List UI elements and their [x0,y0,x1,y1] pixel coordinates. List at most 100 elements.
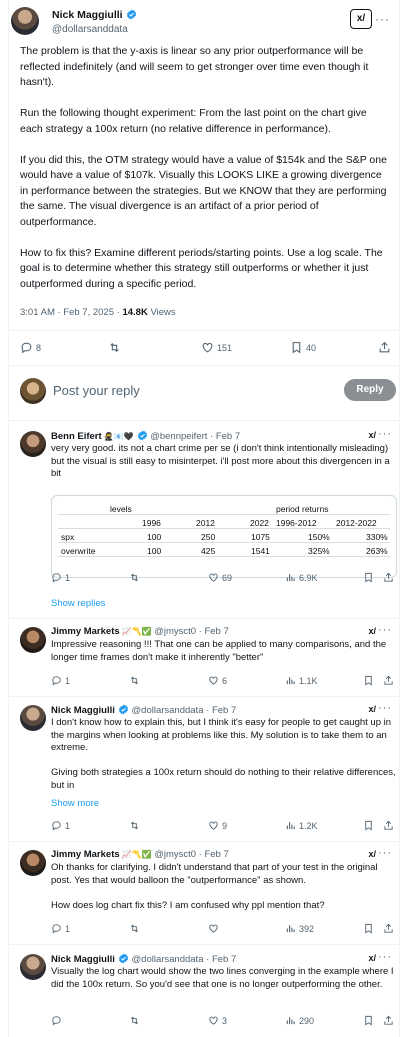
bookmark-button[interactable] [363,923,374,934]
share-button[interactable] [378,341,391,354]
bookmark-button[interactable] [363,1015,374,1026]
retweet-button[interactable] [129,820,143,831]
author-name[interactable]: Jimmy Markets [51,849,120,860]
author-name[interactable]: Nick Maggiulli [51,954,115,965]
grok-icon[interactable]: x/ [368,430,376,440]
avatar[interactable] [20,954,46,980]
avatar[interactable] [20,705,46,731]
retweet-button[interactable] [129,572,143,583]
share-button[interactable] [383,572,394,583]
reply-button[interactable]: 1 [51,572,70,583]
more-icon[interactable]: ··· [378,951,392,963]
like-icon [209,573,218,582]
table-cell: 425 [201,546,216,556]
reply-button[interactable]: 1 [51,675,70,686]
reply-count: 1 [65,923,71,934]
author-name[interactable]: Benn Eifert [51,431,102,442]
like-button[interactable]: 69 [208,572,232,583]
reply-input[interactable]: Post your reply [53,383,140,398]
more-icon[interactable]: ··· [378,624,392,636]
table-cell: 1075 [251,532,270,542]
post-timestamp[interactable]: 3:01 AM · Feb 7, 2025 · [20,307,122,318]
author-handle[interactable]: @dollarsanddata [132,705,204,716]
table-cell: 100 [147,532,162,542]
avatar[interactable] [20,431,46,457]
reply-time[interactable]: · Feb 7 [199,849,229,860]
reply-item[interactable]: Jimmy Markets 📈〽️✅ @jmysct0 · Feb 7 x/ ··… [8,622,400,692]
more-icon[interactable]: ··· [375,12,390,26]
reply-actions: 1 9 1.2K [51,820,394,834]
reply-item[interactable]: Jimmy Markets 📈〽️✅ @jmysct0 · Feb 7 x/ ··… [8,845,400,943]
grok-icon[interactable]: x/ [368,849,376,859]
views-button[interactable]: 392 [285,923,314,934]
avatar[interactable] [11,7,39,35]
share-button[interactable] [383,820,394,831]
grok-icon[interactable]: x/ [368,626,376,636]
reply-item[interactable]: Nick Maggiulli @dollarsanddata · Feb 7 x… [8,949,400,1035]
name-emojis: 📈〽️✅ [121,850,152,859]
share-icon [384,675,393,685]
author-handle[interactable]: @dollarsanddata [52,24,128,35]
avatar[interactable] [20,850,46,876]
author-name[interactable]: Nick Maggiulli [51,705,115,716]
grok-icon[interactable]: x/ [368,704,376,714]
table-rule [58,514,390,515]
views-button[interactable]: 1.1K [285,675,318,686]
post-paragraph: How to fix this? Examine different perio… [20,246,383,290]
reply-item[interactable]: Nick Maggiulli @dollarsanddata · Feb 7 x… [8,700,400,838]
reply-time[interactable]: · Feb 7 [210,431,240,442]
like-button[interactable]: 3 [208,1015,227,1026]
retweet-button[interactable] [129,675,143,686]
share-button[interactable] [383,1015,394,1026]
grok-icon[interactable]: x/ [350,9,372,29]
like-button[interactable]: 6 [208,675,227,686]
reply-button[interactable] [51,1015,65,1026]
more-icon[interactable]: ··· [378,428,392,440]
avatar[interactable] [20,627,46,653]
views-button[interactable]: 290 [285,1015,314,1026]
show-replies-link[interactable]: Show replies [51,598,105,609]
own-avatar[interactable] [20,378,46,404]
grok-icon[interactable]: x/ [368,953,376,963]
reply-button[interactable]: 1 [51,820,70,831]
share-button[interactable] [383,923,394,934]
bookmark-button[interactable] [363,572,374,583]
table-cell: 250 [201,532,216,542]
retweet-button[interactable] [129,923,143,934]
more-icon[interactable]: ··· [378,702,392,714]
author-handle[interactable]: @jmysct0 [154,626,196,637]
reply-button[interactable]: 8 [20,341,41,354]
bookmark-button[interactable] [363,820,374,831]
retweet-button[interactable] [129,1015,143,1026]
verified-badge-icon [118,953,128,964]
table-group-header: levels [110,504,132,514]
reply-button[interactable]: 1 [51,923,70,934]
like-icon [209,1016,218,1025]
more-icon[interactable]: ··· [378,847,392,859]
show-more-link[interactable]: Show more [51,798,99,809]
views-button[interactable]: 1.2K [285,820,318,831]
author-name[interactable]: Jimmy Markets [51,626,120,637]
reply-submit-button[interactable]: Reply [344,379,396,401]
author-name[interactable]: Nick Maggiulli [52,9,137,21]
bookmark-button[interactable]: 40 [290,341,316,354]
like-button[interactable]: 151 [201,341,232,354]
reply-item[interactable]: Benn Eifert 🥷📧🖤 @bennpeifert · Feb 7 x/ ·… [8,426,400,616]
table-cell: 330% [366,532,388,542]
author-handle[interactable]: @dollarsanddata [132,954,204,965]
reply-time[interactable]: · Feb 7 [206,705,236,716]
data-table-image[interactable]: levels period returns 1996 2012 2022 199… [51,495,397,578]
retweet-button[interactable] [108,341,124,354]
views-button[interactable]: 6.9K [285,572,318,583]
author-name-text[interactable]: Nick Maggiulli [52,9,123,21]
like-button[interactable] [208,923,222,934]
share-button[interactable] [383,675,394,686]
reply-time[interactable]: · Feb 7 [206,954,236,965]
author-handle[interactable]: @jmysct0 [154,849,196,860]
reply-time[interactable]: · Feb 7 [199,626,229,637]
author-handle[interactable]: @bennpeifert [150,431,207,442]
like-button[interactable]: 9 [208,820,227,831]
divider [8,330,400,331]
reply-actions: 1 6 1.1K [51,675,394,689]
bookmark-button[interactable] [363,675,374,686]
